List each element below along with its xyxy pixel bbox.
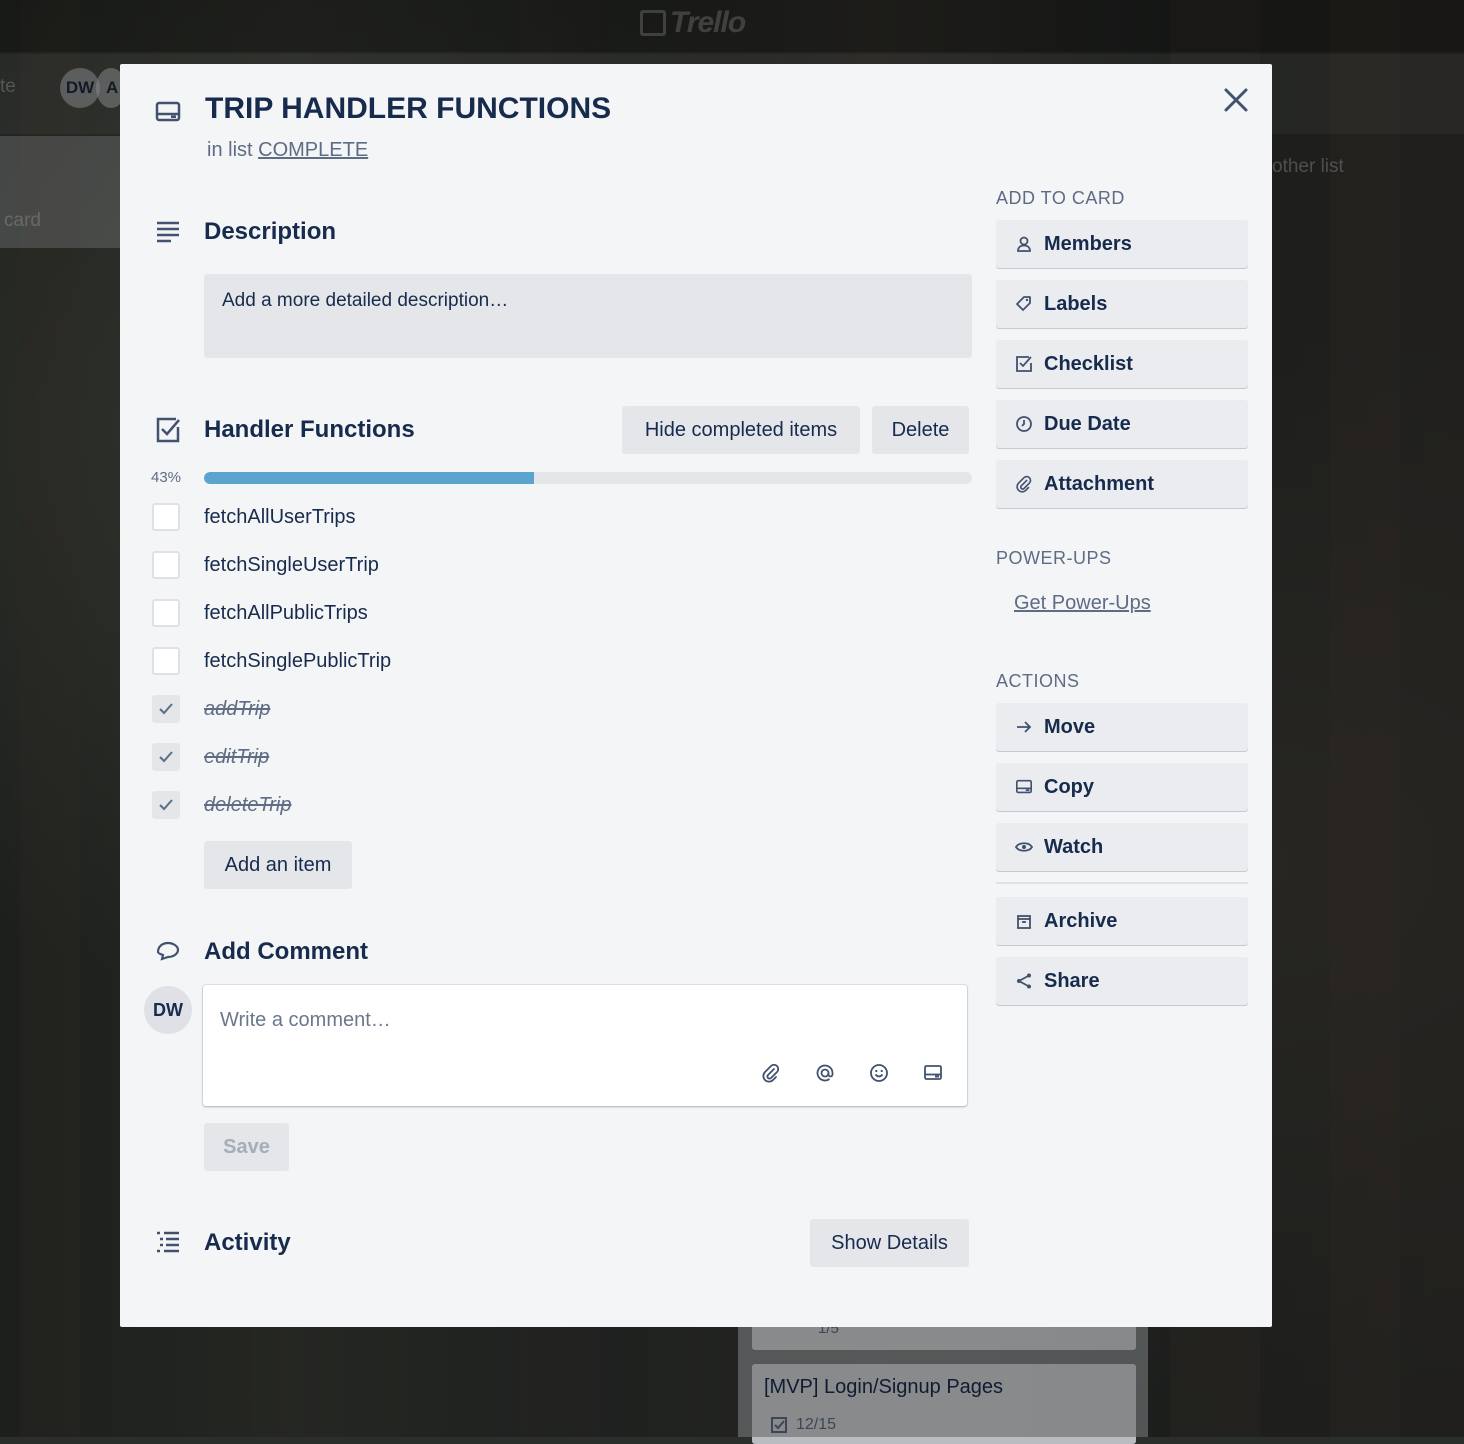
checkbox[interactable] <box>152 551 180 579</box>
archive-icon <box>1014 911 1034 931</box>
checkbox[interactable] <box>152 599 180 627</box>
close-icon[interactable] <box>1220 84 1252 116</box>
checkbox-checked[interactable] <box>152 695 180 723</box>
labels-button[interactable]: Labels <box>996 280 1248 328</box>
checklist-item[interactable]: fetchSinglePublicTrip <box>152 643 391 679</box>
checklist-item[interactable]: fetchSingleUserTrip <box>152 547 379 583</box>
description-icon <box>154 218 182 251</box>
add-comment-heading: Add Comment <box>204 938 368 965</box>
sidebar-button-label: Copy <box>1044 775 1094 798</box>
eye-icon <box>1014 837 1034 857</box>
card-detail-modal: TRIP HANDLER FUNCTIONS in list COMPLETE … <box>120 64 1272 1327</box>
show-details-button[interactable]: Show Details <box>810 1219 969 1267</box>
actions-heading: ACTIONS <box>996 671 1080 691</box>
checkbox-checked[interactable] <box>152 791 180 819</box>
add-to-card-heading: ADD TO CARD <box>996 188 1125 208</box>
power-ups-heading: POWER-UPS <box>996 548 1112 568</box>
comment-icon <box>154 938 182 971</box>
card-icon[interactable] <box>921 1061 945 1085</box>
sidebar-button-label: Members <box>1044 232 1132 255</box>
in-list-label: in list <box>207 139 253 161</box>
progress-bar-fill <box>204 472 535 484</box>
sidebar-button-label: Attachment <box>1044 472 1155 495</box>
list-link[interactable]: COMPLETE <box>258 139 368 161</box>
activity-heading: Activity <box>204 1229 291 1256</box>
save-comment-button[interactable]: Save <box>204 1123 289 1171</box>
checklist-item-label[interactable]: editTrip <box>204 746 269 769</box>
checklist-item[interactable]: fetchAllUserTrips <box>152 499 356 535</box>
checklist-button[interactable]: Checklist <box>996 340 1248 388</box>
checkbox[interactable] <box>152 503 180 531</box>
due-date-button[interactable]: Due Date <box>996 400 1248 448</box>
share-button[interactable]: Share <box>996 957 1248 1005</box>
checklist-title[interactable]: Handler Functions <box>204 416 415 444</box>
watch-button[interactable]: Watch <box>996 823 1248 871</box>
checklist-item-label[interactable]: addTrip <box>204 698 270 721</box>
hide-completed-button[interactable]: Hide completed items <box>622 406 860 454</box>
activity-icon <box>154 1228 182 1261</box>
comment-box <box>203 985 967 1106</box>
card-list-info: in list COMPLETE <box>207 139 368 162</box>
attachment-icon[interactable] <box>759 1061 783 1085</box>
label-icon <box>1014 294 1034 314</box>
delete-checklist-button[interactable]: Delete <box>872 406 969 454</box>
add-item-button[interactable]: Add an item <box>204 841 352 889</box>
checklist-progress-bar <box>204 472 972 484</box>
avatar[interactable]: DW <box>144 986 192 1034</box>
sidebar-button-label: Archive <box>1044 909 1118 932</box>
actions-divider <box>996 882 1248 884</box>
checklist-icon <box>154 416 182 449</box>
sidebar-button-label: Move <box>1044 715 1096 738</box>
attachment-icon <box>1014 474 1034 494</box>
comment-input[interactable] <box>203 985 967 1055</box>
attachment-button[interactable]: Attachment <box>996 460 1248 508</box>
checklist-item[interactable]: addTrip <box>152 691 270 727</box>
copy-button[interactable]: Copy <box>996 763 1248 811</box>
sidebar-button-label: Labels <box>1044 292 1108 315</box>
checklist-item-label[interactable]: fetchSinglePublicTrip <box>204 650 391 673</box>
clock-icon <box>1014 414 1034 434</box>
sidebar-button-label: Share <box>1044 969 1100 992</box>
archive-button[interactable]: Archive <box>996 897 1248 945</box>
move-button[interactable]: Move <box>996 703 1248 751</box>
emoji-icon[interactable] <box>867 1061 891 1085</box>
description-heading: Description <box>204 218 337 245</box>
get-power-ups-link[interactable]: Get Power-Ups <box>1014 592 1151 615</box>
member-icon <box>1014 234 1034 254</box>
description-input[interactable]: Add a more detailed description… <box>204 274 972 358</box>
share-icon <box>1014 971 1034 991</box>
card-icon <box>1014 777 1034 797</box>
checklist-item-label[interactable]: fetchAllPublicTrips <box>204 602 368 625</box>
checklist-item[interactable]: fetchAllPublicTrips <box>152 595 368 631</box>
checklist-item-label[interactable]: fetchAllUserTrips <box>204 506 356 529</box>
mention-icon[interactable] <box>813 1061 837 1085</box>
checkbox-checked[interactable] <box>152 743 180 771</box>
progress-percentage: 43% <box>151 469 182 486</box>
checklist-item-label[interactable]: fetchSingleUserTrip <box>204 554 379 577</box>
checklist-item[interactable]: editTrip <box>152 739 269 775</box>
arrow-right-icon <box>1014 717 1034 737</box>
members-button[interactable]: Members <box>996 220 1248 268</box>
card-icon <box>154 98 182 131</box>
sidebar-button-label: Due Date <box>1044 412 1131 435</box>
checkbox[interactable] <box>152 647 180 675</box>
checklist-item[interactable]: deleteTrip <box>152 787 291 823</box>
sidebar-button-label: Checklist <box>1044 352 1133 375</box>
checklist-icon <box>1014 354 1034 374</box>
checklist-item-label[interactable]: deleteTrip <box>204 794 291 817</box>
sidebar-button-label: Watch <box>1044 835 1104 858</box>
card-title[interactable]: TRIP HANDLER FUNCTIONS <box>205 92 611 126</box>
